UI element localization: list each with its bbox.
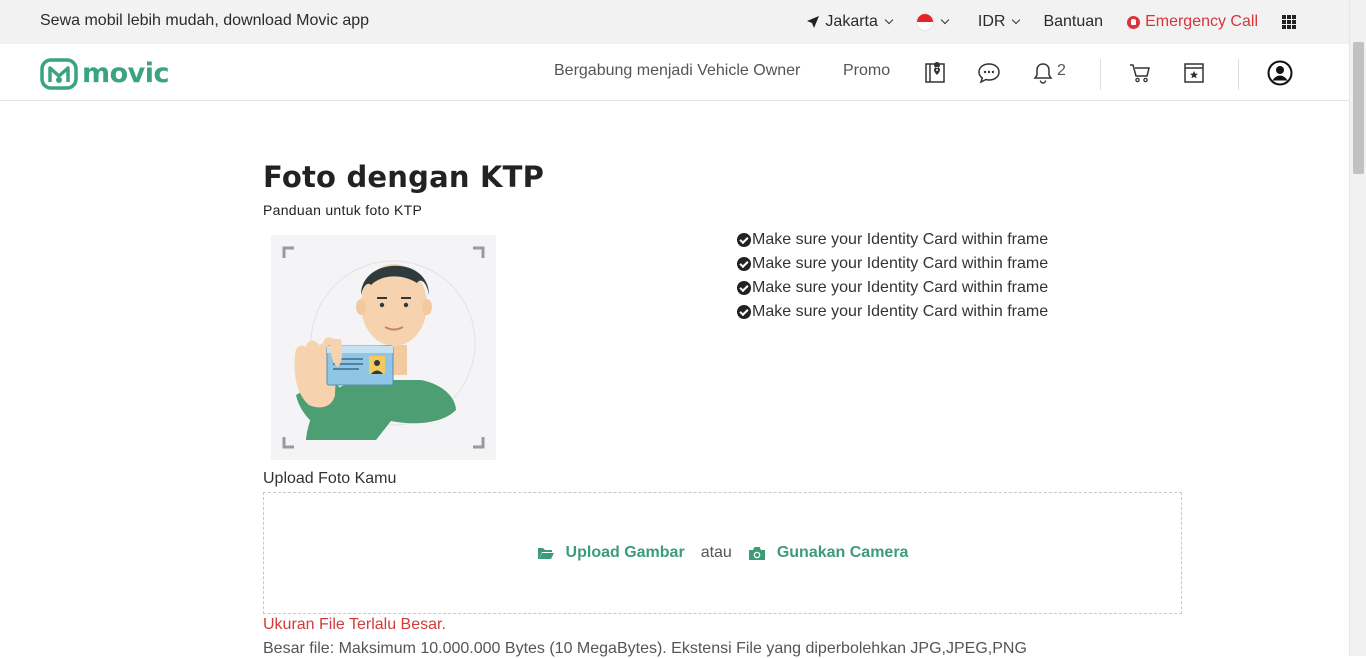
check-circle-icon <box>737 233 751 247</box>
app-download-promo[interactable]: Sewa mobil lebih mudah, download Movic a… <box>40 12 369 30</box>
check-circle-icon <box>737 305 751 319</box>
use-camera-button[interactable]: Gunakan Camera <box>748 544 909 562</box>
nav-divider <box>1238 59 1239 90</box>
chat-icon[interactable] <box>976 60 1002 86</box>
check-circle-icon <box>737 257 751 271</box>
location-selector[interactable]: Jakarta <box>806 13 894 31</box>
scrollbar-thumb[interactable] <box>1353 42 1364 174</box>
chevron-down-icon <box>1012 15 1021 25</box>
top-bar: Sewa mobil lebih mudah, download Movic a… <box>0 0 1349 44</box>
checklist-item: Make sure your Identity Card within fram… <box>737 228 1048 252</box>
emergency-label: Emergency Call <box>1145 13 1258 30</box>
upload-label: Upload Foto Kamu <box>263 470 397 487</box>
or-separator: atau <box>700 544 732 561</box>
use-camera-label: Gunakan Camera <box>776 544 909 561</box>
file-requirements-note: Besar file: Maksimum 10.000.000 Bytes (1… <box>263 640 1027 657</box>
emergency-call-button[interactable]: Emergency Call <box>1127 13 1258 31</box>
folder-open-icon <box>537 548 554 559</box>
check-circle-icon <box>737 281 751 295</box>
help-label: Bantuan <box>1043 13 1104 30</box>
checklist-item: Make sure your Identity Card within fram… <box>737 276 1048 300</box>
currency-selector[interactable]: IDR <box>977 13 1021 31</box>
logo-mark-icon <box>40 58 78 90</box>
help-link[interactable]: Bantuan <box>1043 13 1103 31</box>
cart-icon[interactable] <box>1127 60 1153 86</box>
siren-icon <box>1127 15 1141 29</box>
page-scrollbar[interactable] <box>1349 0 1366 656</box>
checklist-text: Make sure your Identity Card within fram… <box>752 279 1049 296</box>
nav-divider <box>1100 59 1101 90</box>
camera-icon <box>748 546 765 560</box>
chevron-down-icon <box>884 15 894 25</box>
logo-text: movic <box>82 58 170 89</box>
checklist-item: Make sure your Identity Card within fram… <box>737 300 1048 324</box>
guide-subtitle: Panduan untuk foto KTP <box>263 202 423 218</box>
language-selector[interactable] <box>915 13 950 31</box>
notification-count: 2 <box>1057 62 1066 79</box>
user-icon[interactable] <box>1267 60 1293 86</box>
checklist-text: Make sure your Identity Card within fram… <box>752 255 1049 272</box>
movic-logo[interactable]: movic <box>40 58 170 90</box>
promo-link[interactable]: Promo <box>843 62 890 80</box>
checklist-text: Make sure your Identity Card within fram… <box>752 303 1049 320</box>
grid-icon <box>1282 15 1296 29</box>
location-label: Jakarta <box>825 13 878 30</box>
file-size-error: Ukuran File Terlalu Besar. <box>263 616 446 633</box>
chevron-down-icon <box>940 15 950 25</box>
checklist-item: Make sure your Identity Card within fram… <box>737 252 1048 276</box>
bell-icon[interactable] <box>1030 60 1056 86</box>
upload-image-button[interactable]: Upload Gambar <box>537 544 685 562</box>
currency-label: IDR <box>977 13 1006 30</box>
apps-menu-button[interactable] <box>1282 15 1296 29</box>
upload-image-label: Upload Gambar <box>565 544 685 561</box>
ticket-icon[interactable] <box>1181 60 1207 86</box>
indonesia-flag-icon <box>915 13 934 31</box>
become-vehicle-owner-link[interactable]: Bergabung menjadi Vehicle Owner <box>554 62 800 80</box>
ktp-photo-guide-illustration <box>271 235 496 460</box>
navigation-arrow-icon <box>807 16 820 28</box>
page-title: Foto dengan KTP <box>263 160 545 194</box>
main-navbar: movic Bergabung menjadi Vehicle Owner Pr… <box>0 44 1349 101</box>
upload-dropzone[interactable]: Upload Gambar atau Gunakan Camera <box>263 492 1182 614</box>
top-bar-actions: Jakarta IDR Bantuan Emergency Call <box>806 0 1296 44</box>
map-book-icon[interactable] <box>922 60 948 86</box>
photo-checklist: Make sure your Identity Card within fram… <box>737 228 1048 324</box>
checklist-text: Make sure your Identity Card within fram… <box>752 231 1049 248</box>
